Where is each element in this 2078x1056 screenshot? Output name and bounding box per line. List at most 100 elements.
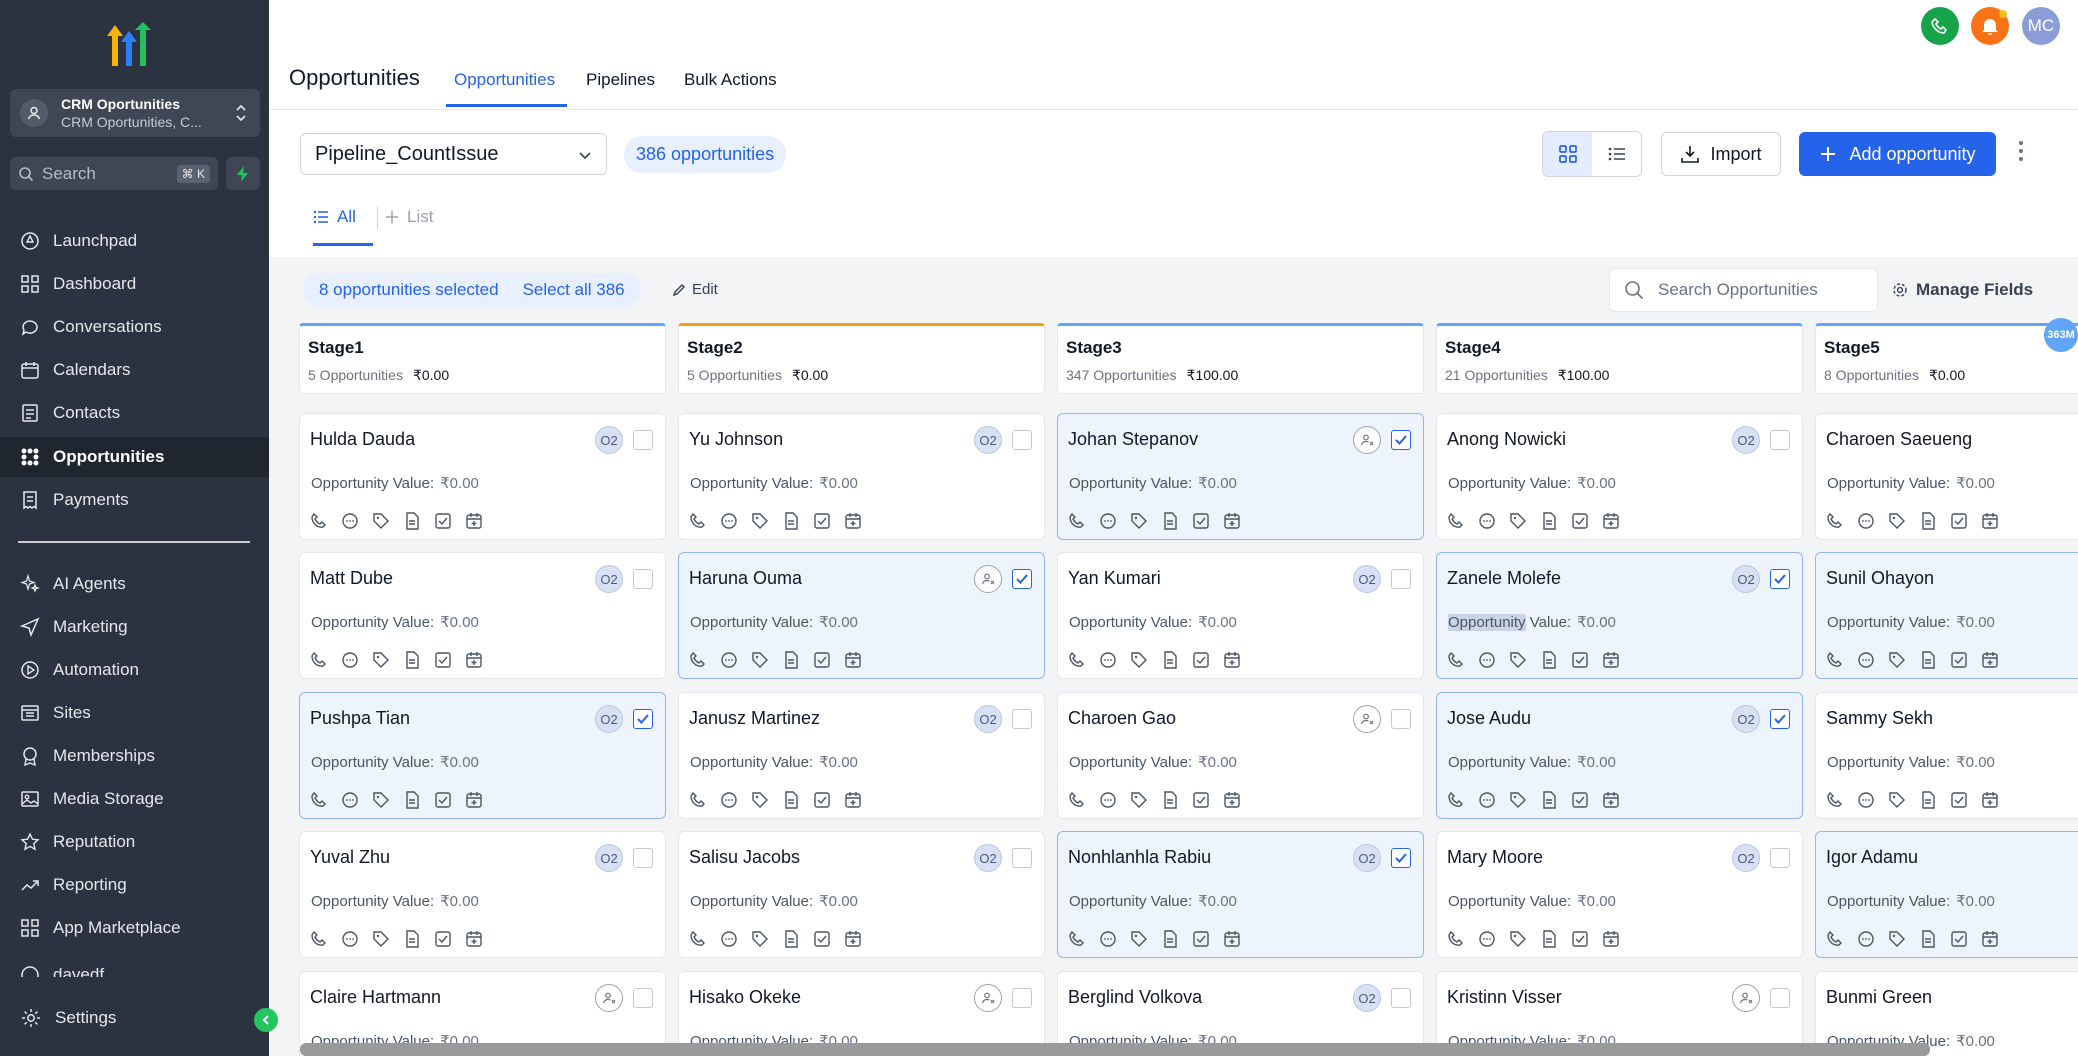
tag-icon[interactable] — [1509, 512, 1527, 530]
card-checkbox[interactable] — [1391, 709, 1411, 729]
assign-owner-icon[interactable] — [1353, 705, 1381, 733]
assign-owner-icon[interactable] — [974, 984, 1002, 1012]
sidebar-item-conversations[interactable]: Conversations — [0, 307, 269, 347]
edit-button[interactable]: Edit — [672, 281, 718, 298]
tag-icon[interactable] — [1130, 791, 1148, 809]
floating-badge[interactable]: 363M — [2044, 318, 2078, 352]
appointment-icon[interactable] — [1981, 512, 1999, 530]
sidebar-item-payments[interactable]: Payments — [0, 480, 269, 520]
sidebar-search[interactable]: Search ⌘ K — [10, 157, 218, 190]
opportunity-card[interactable]: Yu Johnson Opportunity Value: ₹0.00 O2 — [678, 413, 1045, 540]
appointment-icon[interactable] — [1602, 930, 1620, 948]
message-icon[interactable] — [1099, 930, 1117, 948]
note-icon[interactable] — [1919, 512, 1937, 530]
tag-icon[interactable] — [372, 930, 390, 948]
opportunity-card[interactable]: Matt Dube Opportunity Value: ₹0.00 O2 — [299, 552, 666, 679]
owner-avatar[interactable]: O2 — [595, 844, 623, 872]
assign-owner-icon[interactable] — [974, 565, 1002, 593]
opportunity-card[interactable]: Yan Kumari Opportunity Value: ₹0.00 O2 — [1057, 552, 1424, 679]
tag-icon[interactable] — [751, 791, 769, 809]
card-checkbox[interactable] — [1770, 569, 1790, 589]
message-icon[interactable] — [341, 791, 359, 809]
message-icon[interactable] — [720, 651, 738, 669]
contact-name[interactable]: Nonhlanhla Rabiu — [1068, 847, 1211, 868]
phone-icon[interactable] — [1068, 512, 1086, 530]
message-icon[interactable] — [1099, 791, 1117, 809]
task-icon[interactable] — [813, 791, 831, 809]
owner-avatar[interactable]: O2 — [595, 565, 623, 593]
tag-icon[interactable] — [372, 512, 390, 530]
contact-name[interactable]: Charoen Saeueng — [1826, 429, 1972, 450]
contact-name[interactable]: Pushpa Tian — [310, 708, 410, 729]
card-checkbox[interactable] — [1012, 848, 1032, 868]
sidebar-item-reporting[interactable]: Reporting — [0, 865, 269, 905]
owner-avatar[interactable]: O2 — [974, 705, 1002, 733]
message-icon[interactable] — [1099, 651, 1117, 669]
sidebar-item-automation[interactable]: Automation — [0, 650, 269, 690]
tag-icon[interactable] — [372, 791, 390, 809]
select-all-link[interactable]: Select all 386 — [523, 280, 625, 300]
note-icon[interactable] — [782, 512, 800, 530]
opportunity-card[interactable]: Sammy SekhOpportunity Value:₹0.00O2 — [1815, 692, 2078, 819]
search-opportunities-input[interactable]: Search Opportunities — [1609, 268, 1878, 312]
opportunity-card[interactable]: Hulda Dauda Opportunity Value: ₹0.00 O2 — [299, 413, 666, 540]
sidebar-item-marketing[interactable]: Marketing — [0, 607, 269, 647]
message-icon[interactable] — [341, 930, 359, 948]
message-icon[interactable] — [1099, 512, 1117, 530]
tab-bulk-actions[interactable]: Bulk Actions — [684, 70, 777, 90]
opportunity-card[interactable]: Pushpa Tian Opportunity Value: ₹0.00 O2 — [299, 692, 666, 819]
card-checkbox[interactable] — [1012, 430, 1032, 450]
note-icon[interactable] — [782, 930, 800, 948]
assign-owner-icon[interactable] — [1732, 984, 1760, 1012]
sidebar-collapse-button[interactable] — [254, 1008, 278, 1032]
appointment-icon[interactable] — [465, 651, 483, 669]
opportunity-card[interactable]: Salisu Jacobs Opportunity Value: ₹0.00 O2 — [678, 831, 1045, 958]
phone-icon[interactable] — [689, 651, 707, 669]
tag-icon[interactable] — [1888, 930, 1906, 948]
tab-opportunities[interactable]: Opportunities — [454, 70, 555, 90]
opportunity-card[interactable]: Janusz Martinez Opportunity Value: ₹0.00 O2 — [678, 692, 1045, 819]
horizontal-scrollbar[interactable] — [300, 1043, 1930, 1056]
list-view-button[interactable] — [1592, 132, 1641, 176]
sidebar-item-dayedf[interactable]: dayedf — [0, 951, 269, 977]
message-icon[interactable] — [1857, 791, 1875, 809]
appointment-icon[interactable] — [1602, 651, 1620, 669]
card-checkbox[interactable] — [1770, 848, 1790, 868]
add-smartlist-button[interactable]: List — [385, 207, 433, 227]
note-icon[interactable] — [1540, 791, 1558, 809]
opportunity-card[interactable]: Haruna Ouma Opportunity Value: ₹0.00 — [678, 552, 1045, 679]
message-icon[interactable] — [341, 651, 359, 669]
contact-name[interactable]: Haruna Ouma — [689, 568, 802, 589]
contact-name[interactable]: Sunil Ohayon — [1826, 568, 1934, 589]
tag-icon[interactable] — [1888, 791, 1906, 809]
note-icon[interactable] — [1161, 791, 1179, 809]
user-avatar[interactable]: MC — [2022, 7, 2060, 45]
task-icon[interactable] — [1192, 512, 1210, 530]
pipeline-select[interactable]: Pipeline_CountIssue — [300, 133, 607, 175]
note-icon[interactable] — [1540, 930, 1558, 948]
owner-avatar[interactable]: O2 — [974, 844, 1002, 872]
contact-name[interactable]: Mary Moore — [1447, 847, 1543, 868]
opportunity-card[interactable]: Yuval Zhu Opportunity Value: ₹0.00 O2 — [299, 831, 666, 958]
task-icon[interactable] — [434, 651, 452, 669]
contact-name[interactable]: Janusz Martinez — [689, 708, 820, 729]
opportunity-card[interactable]: Igor AdamuOpportunity Value:₹0.00O2 — [1815, 831, 2078, 958]
owner-avatar[interactable]: O2 — [1353, 565, 1381, 593]
card-checkbox[interactable] — [1391, 430, 1411, 450]
sidebar-item-app-marketplace[interactable]: App Marketplace — [0, 908, 269, 948]
opportunity-card[interactable]: Anong Nowicki Opportunity Value: ₹0.00 O2 — [1436, 413, 1803, 540]
sidebar-item-launchpad[interactable]: Launchpad — [0, 221, 269, 261]
owner-avatar[interactable]: O2 — [1732, 705, 1760, 733]
contact-name[interactable]: Kristinn Visser — [1447, 987, 1562, 1008]
phone-icon[interactable] — [310, 930, 328, 948]
phone-icon[interactable] — [1826, 651, 1844, 669]
card-checkbox[interactable] — [1012, 709, 1032, 729]
card-checkbox[interactable] — [633, 569, 653, 589]
tag-icon[interactable] — [1130, 930, 1148, 948]
contact-name[interactable]: Yan Kumari — [1068, 568, 1161, 589]
appointment-icon[interactable] — [844, 651, 862, 669]
task-icon[interactable] — [1950, 930, 1968, 948]
contact-name[interactable]: Hulda Dauda — [310, 429, 415, 450]
contact-name[interactable]: Jose Audu — [1447, 708, 1531, 729]
tag-icon[interactable] — [1130, 512, 1148, 530]
